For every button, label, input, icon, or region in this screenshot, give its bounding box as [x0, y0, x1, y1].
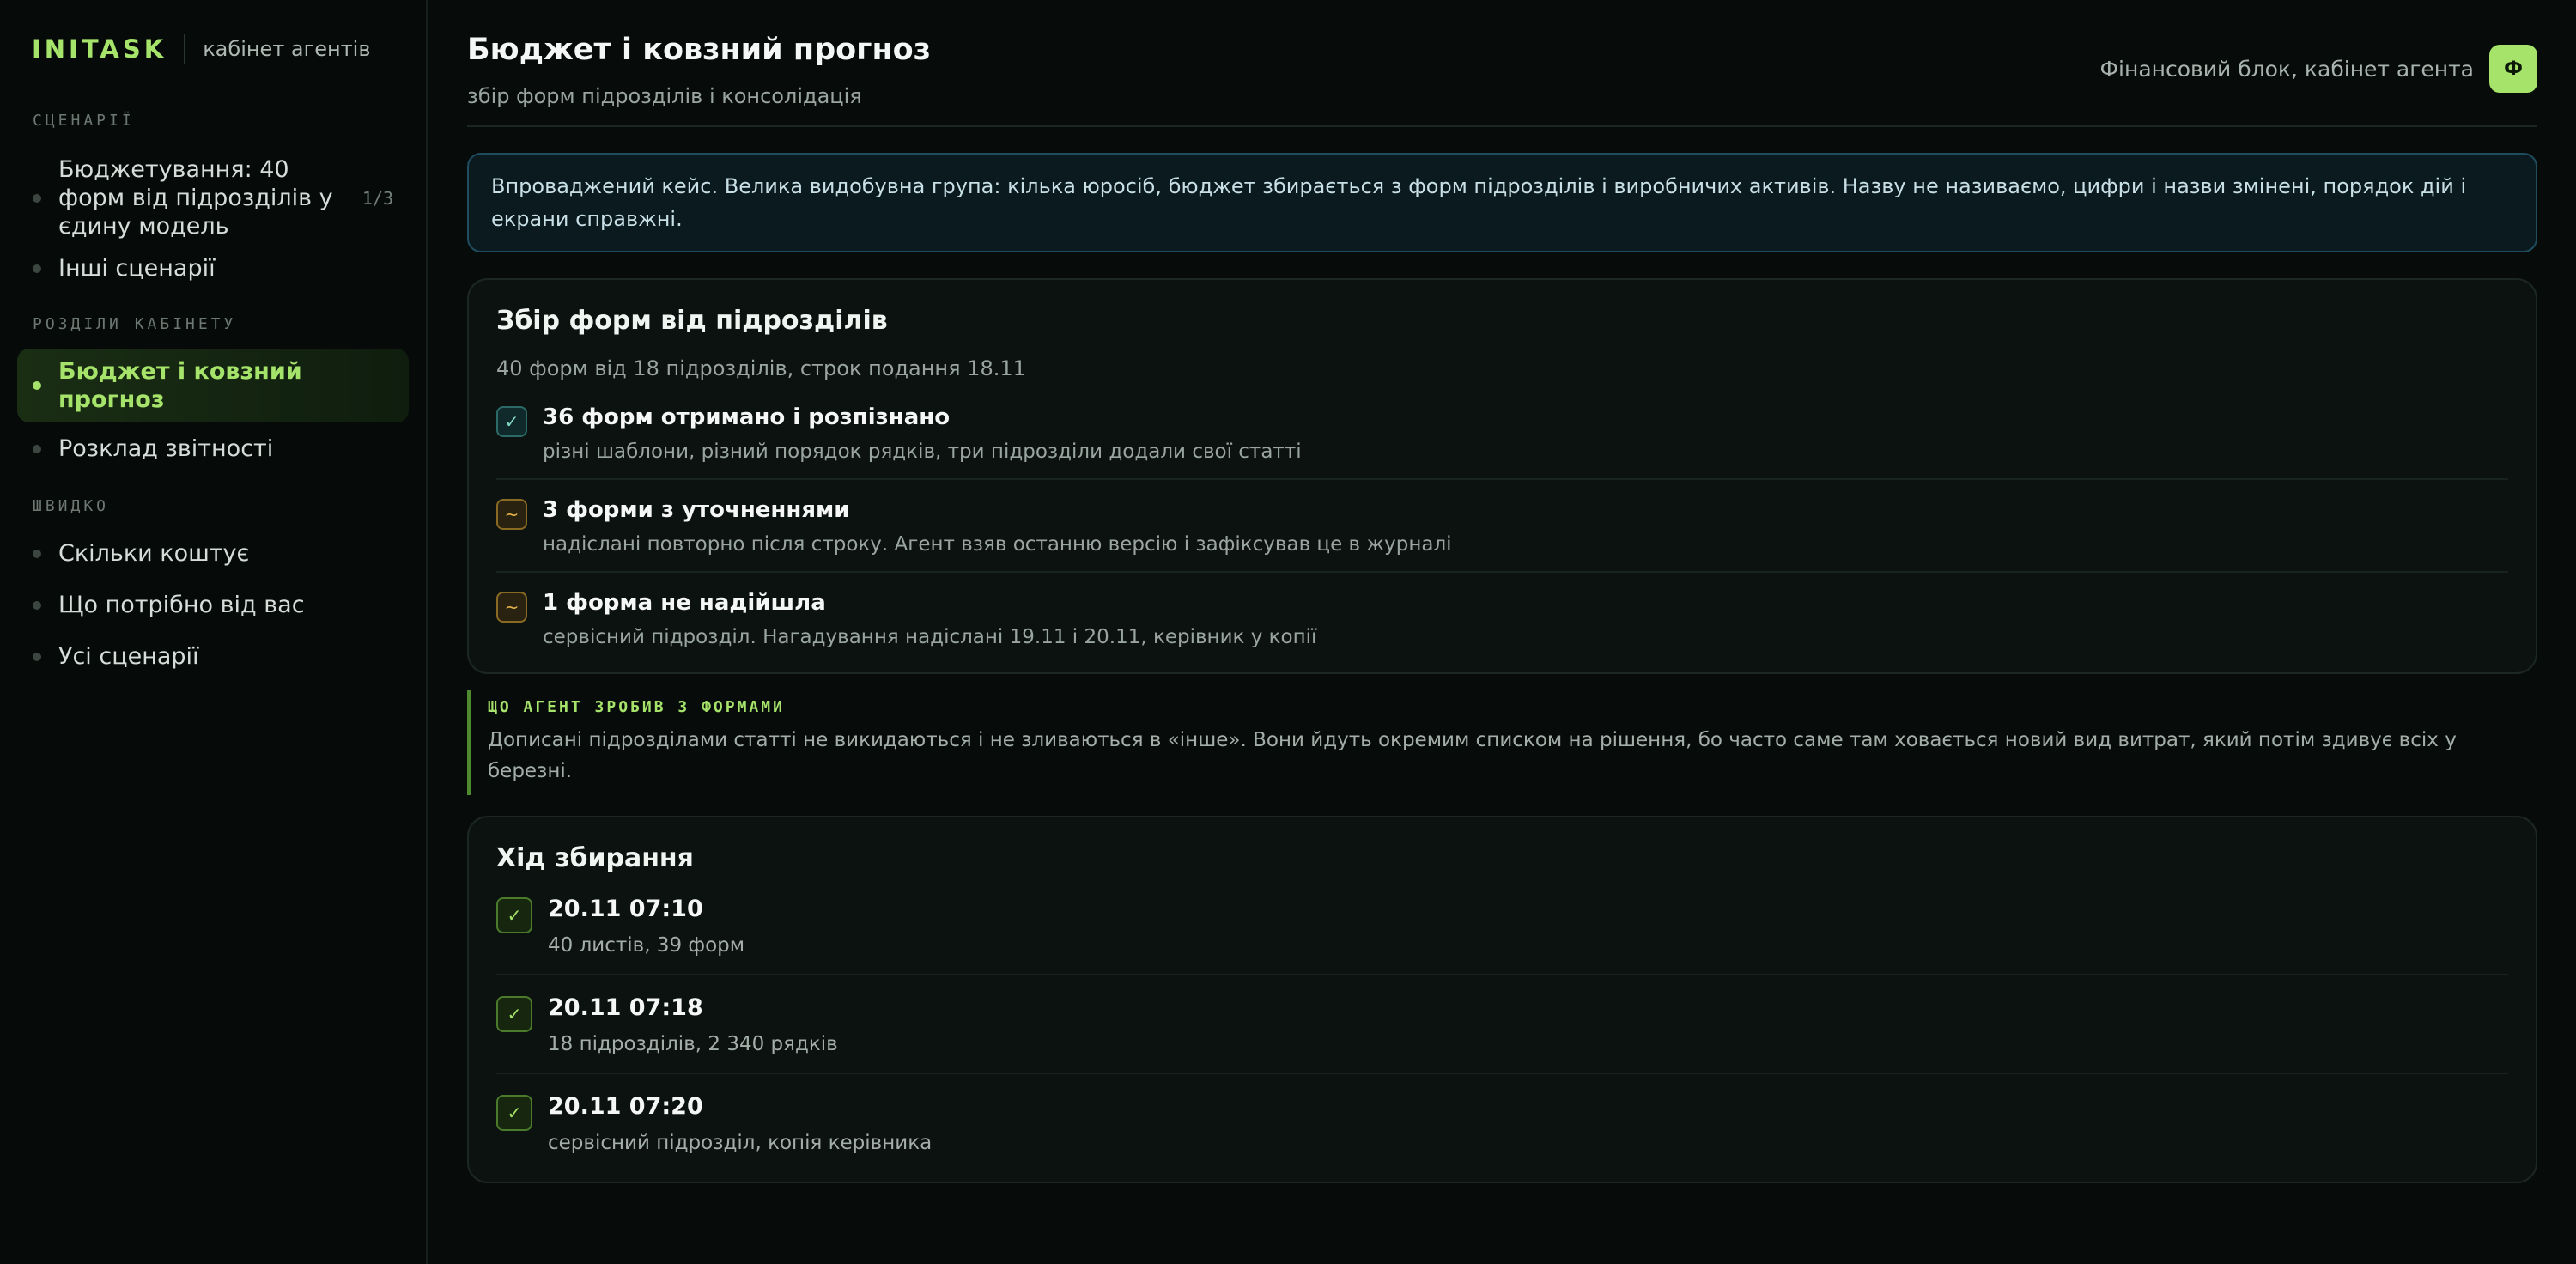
page-subtitle: збір форм підрозділів і консолідація	[467, 84, 862, 108]
section-label-cabinet: РОЗДІЛИ КАБІНЕТУ	[33, 315, 237, 333]
timeline-time: 20.11 07:20	[548, 1093, 703, 1120]
list-item-description: сервісний підрозділ. Нагадування надісла…	[543, 626, 1317, 648]
check-icon: ✓	[496, 1095, 532, 1131]
tilde-warning-icon: ~	[496, 592, 527, 623]
list-item-body: 3 форми з уточненнями надіслані повторно…	[543, 497, 1452, 556]
callout-label: ЩО АГЕНТ ЗРОБИВ З ФОРМАМИ	[488, 698, 785, 716]
list-item-description: надіслані повторно після строку. Агент в…	[543, 533, 1452, 556]
page-title: Бюджет і ковзний прогноз	[467, 33, 932, 67]
brand-logo[interactable]: INITASK	[32, 34, 167, 64]
forms-card-subtitle: 40 форм від 18 підрозділів, строк поданн…	[496, 356, 1026, 380]
timeline-row-body: 20.11 07:18 18 підрозділів, 2 340 рядків	[548, 994, 838, 1055]
timeline-card: Хід збирання ✓ 20.11 07:10 40 листів, 39…	[467, 816, 2537, 1183]
agent-callout: ЩО АГЕНТ ЗРОБИВ З ФОРМАМИ Дописані підро…	[467, 690, 2537, 795]
list-item-body: 1 форма не надійшла сервісний підрозділ.…	[543, 590, 1316, 648]
avatar[interactable]: Ф	[2489, 45, 2537, 93]
forms-card: Збір форм від підрозділів 40 форм від 18…	[467, 278, 2537, 674]
list-item-title: 3 форми з уточненнями	[543, 497, 850, 523]
sidebar-item-budget-forecast[interactable]: Бюджет і ковзний прогноз	[17, 349, 409, 422]
timeline-time: 20.11 07:18	[548, 994, 703, 1021]
nav-dot	[33, 549, 41, 558]
sidebar-item-count: 1/3	[361, 187, 393, 209]
timeline-time: 20.11 07:10	[548, 896, 703, 922]
list-item-body: 36 форм отримано і розпізнано різні шабл…	[543, 404, 1302, 463]
sidebar-item-label: Бюджет і ковзний прогноз	[58, 358, 302, 413]
sidebar-item-label: Що потрібно від вас	[58, 592, 305, 618]
sidebar: INITASK кабінет агентів СЦЕНАРІЇ Бюджету…	[0, 0, 428, 1264]
sidebar-item-requirements[interactable]: Що потрібно від вас	[17, 591, 409, 619]
check-icon: ✓	[496, 897, 532, 933]
timeline-row-body: 20.11 07:10 40 листів, 39 форм	[548, 896, 744, 957]
nav-dot	[33, 381, 41, 390]
nav-dot	[33, 264, 41, 273]
section-label-quick: ШВИДКО	[33, 497, 110, 515]
app-root: INITASK кабінет агентів СЦЕНАРІЇ Бюджету…	[0, 0, 2576, 1264]
callout-text: Дописані підрозділами статті не викидают…	[488, 729, 2457, 782]
timeline-row: ✓ 20.11 07:10 40 листів, 39 форм	[496, 877, 2508, 975]
sidebar-item-all-scenarios[interactable]: Усі сценарії	[17, 642, 409, 671]
forms-card-title: Збір форм від підрозділів	[496, 306, 888, 336]
timeline-card-title: Хід збирання	[496, 843, 694, 873]
list-item: ~ 3 форми з уточненнями надіслані повтор…	[496, 480, 2508, 573]
case-notice: Впроваджений кейс. Велика видобувна груп…	[467, 153, 2537, 252]
sidebar-item-label: Інші сценарії	[58, 255, 216, 282]
brand-divider	[184, 34, 186, 64]
list-item-title: 36 форм отримано і розпізнано	[543, 404, 951, 430]
nav-dot	[33, 652, 41, 661]
list-item-title: 1 форма не надійшла	[543, 590, 826, 616]
sidebar-item-label: Усі сценарії	[58, 643, 199, 670]
timeline-description: 40 листів, 39 форм	[548, 934, 745, 957]
sidebar-item-label: Скільки коштує	[58, 540, 250, 567]
brand-subtitle: кабінет агентів	[203, 37, 371, 61]
section-label-scenarios: СЦЕНАРІЇ	[33, 112, 135, 130]
nav-dot	[33, 193, 41, 203]
sidebar-item-pricing[interactable]: Скільки коштує	[17, 539, 409, 568]
nav-dot	[33, 600, 41, 610]
check-icon: ✓	[496, 406, 527, 437]
timeline-row: ✓ 20.11 07:18 18 підрозділів, 2 340 рядк…	[496, 975, 2508, 1074]
header-titles: Бюджет і ковзний прогноз збір форм підро…	[467, 0, 931, 108]
list-item-description: різні шаблони, різний порядок рядків, тр…	[543, 441, 1302, 463]
list-item: ~ 1 форма не надійшла сервісний підрозді…	[496, 573, 2508, 664]
sidebar-item-label: Бюджетування: 40 форм від підрозділів у …	[58, 156, 333, 240]
sidebar-item-reporting-schedule[interactable]: Розклад звітності	[17, 434, 409, 463]
account-label: Фінансовий блок, кабінет агента	[2099, 56, 2474, 82]
timeline-row: ✓ 20.11 07:20 сервісний підрозділ, копія…	[496, 1074, 2508, 1171]
timeline-row-body: 20.11 07:20 сервісний підрозділ, копія к…	[548, 1093, 932, 1154]
page-header: Бюджет і ковзний прогноз збір форм підро…	[467, 0, 2537, 127]
brand: INITASK кабінет агентів	[17, 24, 409, 74]
account-info[interactable]: Фінансовий блок, кабінет агента Ф	[2100, 45, 2537, 93]
sidebar-item-budgeting-scenario[interactable]: Бюджетування: 40 форм від підрозділів у …	[17, 155, 409, 240]
timeline-description: сервісний підрозділ, копія керівника	[548, 1132, 933, 1154]
list-item: ✓ 36 форм отримано і розпізнано різні ша…	[496, 387, 2508, 480]
main-content: Бюджет і ковзний прогноз збір форм підро…	[428, 0, 2576, 1264]
timeline-description: 18 підрозділів, 2 340 рядків	[548, 1033, 838, 1055]
sidebar-item-other-scenarios[interactable]: Інші сценарії	[17, 254, 409, 283]
tilde-warning-icon: ~	[496, 499, 527, 530]
sidebar-item-label: Розклад звітності	[58, 435, 274, 462]
check-icon: ✓	[496, 996, 532, 1032]
nav-dot	[33, 444, 41, 453]
